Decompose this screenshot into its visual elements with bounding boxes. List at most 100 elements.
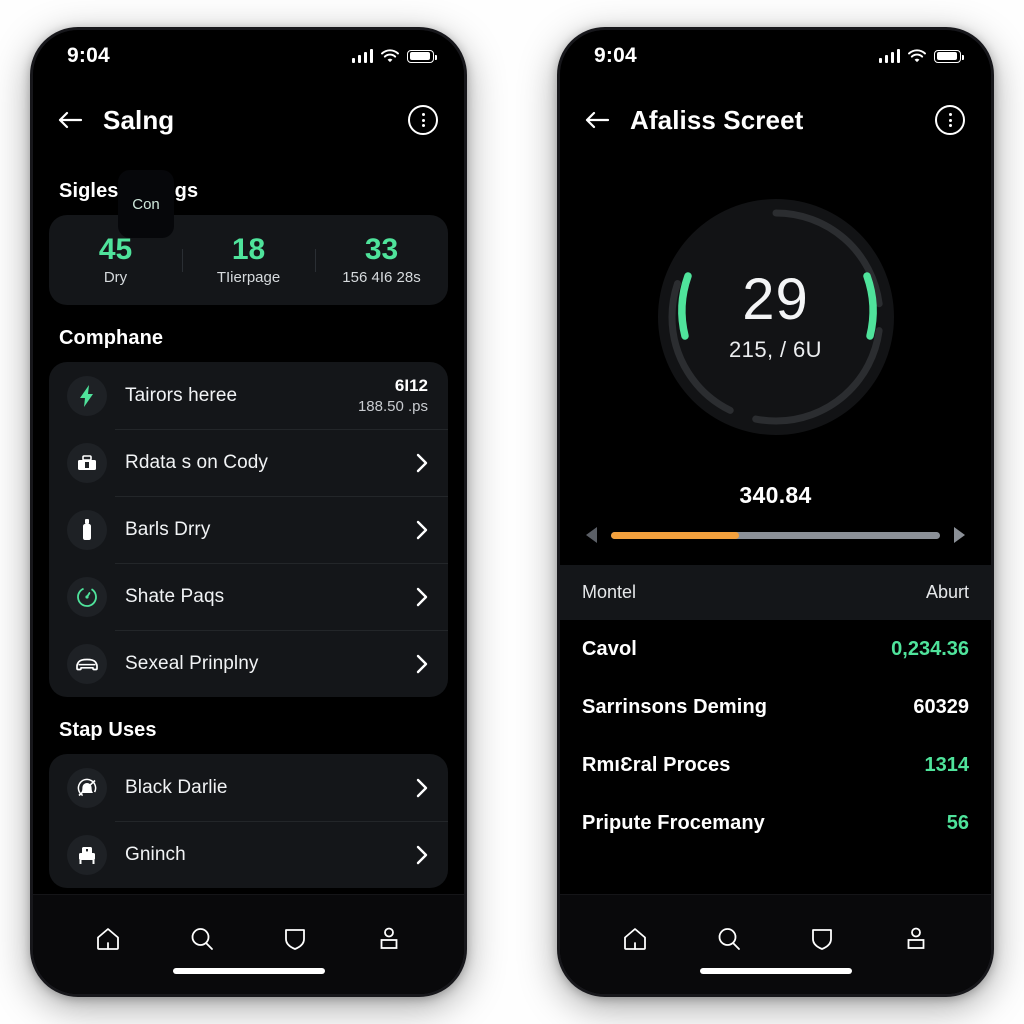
bell-off-icon [67, 767, 107, 808]
page-title: Afaliss Screet [630, 104, 804, 135]
circular-gauge[interactable]: 29 215, / 6U [645, 186, 907, 448]
slider-section: 340.84 [560, 476, 991, 565]
nav-search-icon[interactable] [715, 925, 743, 953]
stat-label: TIierpage [216, 268, 281, 286]
status-bar-left: 9:04 [33, 30, 464, 82]
gauge-value: 29 [742, 267, 809, 332]
table-row[interactable]: Cavol 0,234.36 [560, 620, 991, 678]
table-cell-value: 0,234.36 [891, 637, 969, 660]
phone-left: 9:04 Salng Sigles 45 Dry 18 TIierpage 33… [30, 27, 467, 997]
list-item[interactable]: Rdata s on Cody [49, 429, 448, 496]
slider-fill [611, 531, 740, 539]
content-right: 29 215, / 6U 340.84 Montel Aburt Cavol 0… [560, 158, 991, 894]
app-bar-right: Afaliss Screet [560, 82, 991, 158]
list-item-label: Tairors heree [125, 384, 238, 406]
gauge-readout: 29 215, / 6U [645, 186, 907, 448]
stat-item-1[interactable]: 18 TIierpage [182, 232, 315, 286]
list-item-secondary-value: 188.50 .ps [357, 398, 428, 415]
compliance-list: Tairors heree 6I12 188.50 .ps Rdata s on… [49, 362, 448, 697]
nav-home-icon[interactable] [621, 925, 649, 953]
gauge-section: 29 215, / 6U [560, 158, 991, 476]
list-item[interactable]: Black Darlie [49, 754, 448, 821]
chevron-right-icon [416, 453, 428, 473]
chevron-right-icon [416, 520, 428, 540]
table-cell-value: 1314 [924, 753, 970, 776]
list-item[interactable]: Tairors heree 6I12 188.50 .ps [49, 362, 448, 429]
list-item-values: 6I12 188.50 .ps [358, 376, 428, 415]
screen-right: 9:04 Afaliss Screet 29 215, / 6U 340.84 … [560, 30, 991, 994]
chevron-right-icon [416, 654, 428, 674]
lightning-bolt-icon [67, 375, 107, 416]
list-item-label: Rdata s on Cody [125, 451, 269, 473]
content-left: Sigles Ratings 45 Dry 18 TIierpage 33 15… [33, 158, 464, 894]
stat-item-2[interactable]: 33 156 4I6 28s [315, 232, 448, 286]
arrow-left-icon[interactable] [586, 527, 597, 543]
list-item-label: Shate Paqs [125, 585, 225, 607]
status-time: 9:04 [594, 44, 637, 67]
list-item[interactable]: Sexeal Prinplny [49, 630, 448, 697]
status-icons [878, 49, 964, 63]
nav-profile-icon[interactable] [902, 925, 930, 953]
compliance-section-title: Comphane [59, 327, 164, 349]
stat-value: 18 [231, 232, 266, 266]
list-item-primary-value: 6I12 [394, 376, 428, 395]
stat-item-0[interactable]: 45 Dry [49, 232, 182, 286]
bottom-nav-left [33, 894, 464, 994]
more-options-icon[interactable] [408, 105, 438, 135]
chevron-right-icon [416, 778, 428, 798]
wifi-icon [381, 49, 399, 63]
table-cell-value: 56 [946, 811, 969, 834]
chevron-right-icon [416, 845, 428, 865]
status-icons [351, 49, 437, 63]
printer-icon [67, 834, 107, 875]
con-chip[interactable]: Con [118, 170, 174, 238]
status-bar-right: 9:04 [560, 30, 991, 82]
screen-left: 9:04 Salng Sigles 45 Dry 18 TIierpage 33… [33, 30, 464, 994]
stat-value: 33 [364, 232, 399, 266]
ratings-section-title: Sigles Ratings [59, 180, 198, 202]
list-item[interactable]: Shate Paqs [49, 563, 448, 630]
back-button[interactable] [57, 110, 83, 130]
screenshot-canvas: 9:04 Salng Sigles 45 Dry 18 TIierpage 33… [0, 0, 1024, 1024]
nav-shield-icon[interactable] [808, 925, 836, 953]
list-item[interactable]: Barls Drry [49, 496, 448, 563]
nav-shield-icon[interactable] [281, 925, 309, 953]
nav-profile-icon[interactable] [375, 925, 403, 953]
stat-label: Dry [103, 268, 128, 286]
usage-list: Black Darlie Gninch [49, 754, 448, 888]
table-row[interactable]: Sarrinsons Deming 60329 [560, 678, 991, 736]
table-row[interactable]: Pripute Frocemany 56 [560, 794, 991, 852]
arrow-right-icon[interactable] [954, 527, 965, 543]
gauge-icon [67, 576, 107, 617]
home-indicator [699, 968, 852, 974]
cellular-signal-icon [351, 49, 373, 63]
cellular-signal-icon [878, 49, 900, 63]
more-options-icon[interactable] [935, 105, 965, 135]
list-item[interactable]: Gninch [49, 821, 448, 888]
table-row[interactable]: RmıƐral Proces 1314 [560, 736, 991, 794]
list-item-label: Black Darlie [125, 776, 228, 798]
stat-value: 45 [98, 232, 133, 266]
slider-row [560, 527, 991, 543]
bottom-nav-items [33, 895, 464, 968]
phone-right: 9:04 Afaliss Screet 29 215, / 6U 340.84 … [557, 27, 994, 997]
page-title: Salng [103, 104, 175, 135]
bottom-nav-right [560, 894, 991, 994]
table-column-header-0: Montel [582, 582, 637, 602]
slider-track[interactable] [611, 531, 940, 539]
gauge-sub-value: 215, / 6U [729, 337, 822, 362]
table-cell-name: Sarrinsons Deming [582, 695, 768, 718]
nav-home-icon[interactable] [94, 925, 122, 953]
nav-search-icon[interactable] [188, 925, 216, 953]
back-button[interactable] [584, 110, 610, 130]
bottom-nav-items [560, 895, 991, 968]
usage-section-title: Stap Uses [59, 719, 157, 741]
table-cell-name: RmıƐral Proces [582, 753, 731, 776]
home-indicator [172, 968, 325, 974]
table-header: Montel Aburt [560, 565, 991, 620]
app-bar-left: Salng [33, 82, 464, 158]
table-cell-name: Pripute Frocemany [582, 811, 765, 834]
battery-icon [407, 49, 437, 63]
chevron-right-icon [416, 587, 428, 607]
stat-label: 156 4I6 28s [342, 268, 421, 286]
